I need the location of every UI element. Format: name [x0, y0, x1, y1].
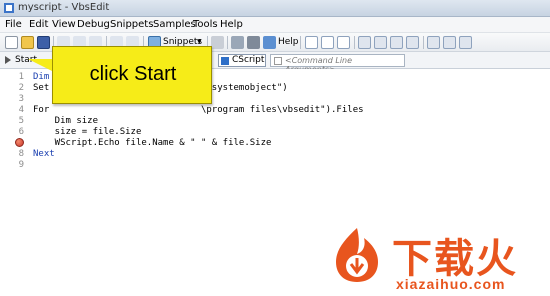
window-icon[interactable] [337, 36, 350, 49]
code-line[interactable]: 5 Dim size [0, 116, 550, 127]
arguments-icon [274, 57, 282, 65]
bookmark-icon[interactable] [427, 36, 440, 49]
toolbar-separator [423, 36, 424, 49]
command-line-arguments-input[interactable]: <Command Line Arguments> [270, 54, 405, 74]
code-text: For \program files\vbsedit").Files [33, 105, 364, 115]
callout-pointer [28, 59, 52, 71]
callout-text: click Start [89, 63, 177, 85]
print-icon[interactable] [211, 36, 224, 49]
settings-icon[interactable] [247, 36, 260, 49]
menu-snippets[interactable]: Snippets [110, 19, 153, 30]
menu-help[interactable]: Help [220, 19, 243, 30]
window-icon[interactable] [321, 36, 334, 49]
watermark-url: xiazaihuo.com [396, 276, 506, 292]
code-text: Dim size [33, 116, 99, 126]
tutorial-callout: click Start [52, 46, 212, 104]
cscript-icon [221, 57, 229, 65]
code-line[interactable]: 8 Next [0, 149, 550, 160]
outdent-icon[interactable] [374, 36, 387, 49]
title-bar: myscript - VbsEdit [0, 0, 550, 17]
engine-selector[interactable]: CScript [218, 54, 266, 67]
line-number: 5 [18, 116, 24, 126]
app-icon [4, 3, 14, 13]
find-icon[interactable] [231, 36, 244, 49]
line-number: 9 [18, 160, 24, 170]
line-number: 4 [18, 105, 24, 115]
line-number: 3 [18, 94, 24, 104]
uncomment-icon[interactable] [406, 36, 419, 49]
toolbar-separator [227, 36, 228, 49]
code-line[interactable]: 9 [0, 160, 550, 171]
code-text: size = file.Size [33, 127, 142, 137]
help-button[interactable]: Help [278, 37, 299, 47]
save-icon[interactable] [37, 36, 50, 49]
menu-edit[interactable]: Edit [29, 19, 48, 30]
breakpoint-icon[interactable] [15, 138, 24, 147]
code-line[interactable]: 6 size = file.Size [0, 127, 550, 138]
toolbar-separator [300, 36, 301, 49]
bookmark-next-icon[interactable] [443, 36, 456, 49]
menu-tools[interactable]: Tools [193, 19, 218, 30]
comment-icon[interactable] [390, 36, 403, 49]
menu-file[interactable]: File [5, 19, 22, 30]
toolbar-separator [354, 36, 355, 49]
open-folder-icon[interactable] [21, 36, 34, 49]
watermark-logo-icon [330, 226, 384, 284]
window-icon[interactable] [305, 36, 318, 49]
help-icon[interactable] [263, 36, 276, 49]
window-title: myscript - VbsEdit [18, 2, 110, 13]
line-number: 6 [18, 127, 24, 137]
code-line[interactable]: 4 For \program files\vbsedit").Files [0, 105, 550, 116]
engine-label: CScript [232, 55, 265, 65]
play-icon[interactable] [5, 56, 11, 64]
code-text: Dim [33, 72, 50, 82]
menu-debug[interactable]: Debug [77, 19, 110, 30]
indent-icon[interactable] [358, 36, 371, 49]
code-text: Next [33, 149, 55, 159]
menu-view[interactable]: View [52, 19, 76, 30]
code-text: WScript.Echo file.Name & " " & file.Size [33, 138, 272, 148]
menu-bar: File Edit View Debug Snippets Samples To… [0, 17, 550, 33]
line-number: 1 [18, 72, 24, 82]
bookmark-prev-icon[interactable] [459, 36, 472, 49]
menu-samples[interactable]: Samples [153, 19, 196, 30]
code-line[interactable]: WScript.Echo file.Name & " " & file.Size [0, 138, 550, 149]
new-file-icon[interactable] [5, 36, 18, 49]
line-number: 8 [18, 149, 24, 159]
line-number: 2 [18, 83, 24, 93]
